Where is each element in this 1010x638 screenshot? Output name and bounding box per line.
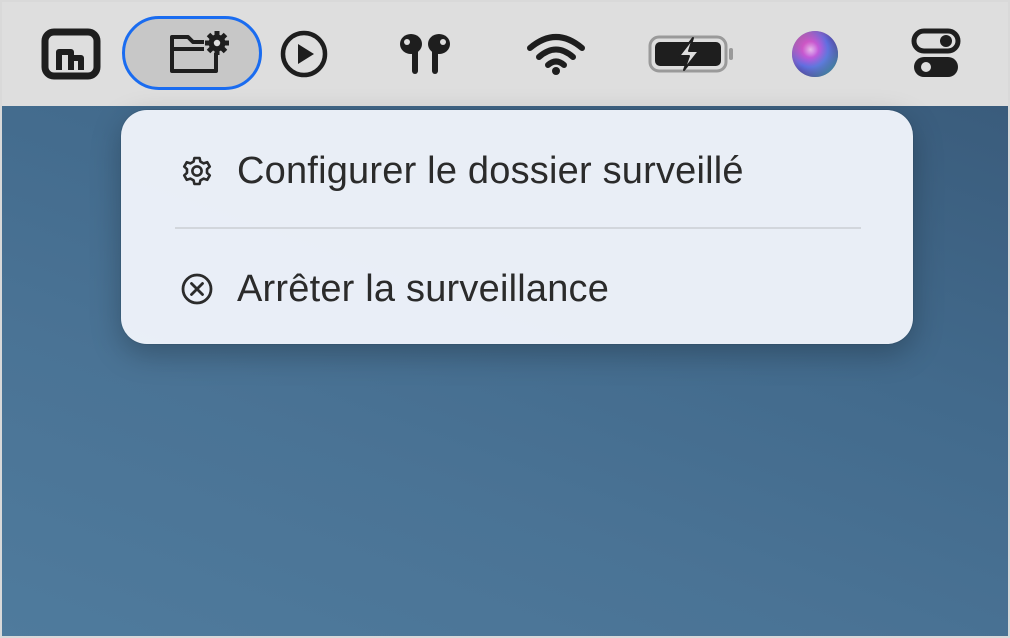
- circle-x-icon: [179, 271, 215, 307]
- play-icon: [280, 30, 328, 78]
- screen-mirroring-icon: [41, 28, 101, 80]
- dropdown-menu: Configurer le dossier surveillé Arrêter …: [121, 110, 913, 344]
- gear-icon: [179, 153, 215, 189]
- siri-icon: [792, 31, 838, 77]
- menu-item-configure-folder[interactable]: Configurer le dossier surveillé: [121, 134, 913, 208]
- menubar-item-battery[interactable]: [646, 2, 738, 106]
- menubar-item-wifi[interactable]: [524, 2, 588, 106]
- wifi-icon: [527, 34, 585, 75]
- menu-item-stop-watching[interactable]: Arrêter la surveillance: [121, 252, 913, 326]
- control-center-icon: [911, 28, 961, 77]
- menu-item-label: Configurer le dossier surveillé: [237, 149, 744, 192]
- menubar-item-now-playing[interactable]: [278, 2, 330, 106]
- menu-item-label: Arrêter la surveillance: [237, 267, 610, 310]
- folder-gear-icon: [170, 31, 229, 73]
- menubar-item-control-center[interactable]: [908, 2, 964, 106]
- screen: Configurer le dossier surveillé Arrêter …: [0, 0, 1010, 638]
- menubar-item-airpods[interactable]: [394, 2, 456, 106]
- airpods-icon: [400, 34, 450, 74]
- menubar-item-screen-mirroring[interactable]: [38, 2, 104, 106]
- menubar-item-siri[interactable]: [788, 2, 842, 106]
- menubar-item-folder-watch[interactable]: [162, 2, 234, 106]
- menu-separator: [175, 227, 861, 229]
- menu-bar: [2, 2, 1008, 106]
- battery-charging-icon: [648, 35, 733, 73]
